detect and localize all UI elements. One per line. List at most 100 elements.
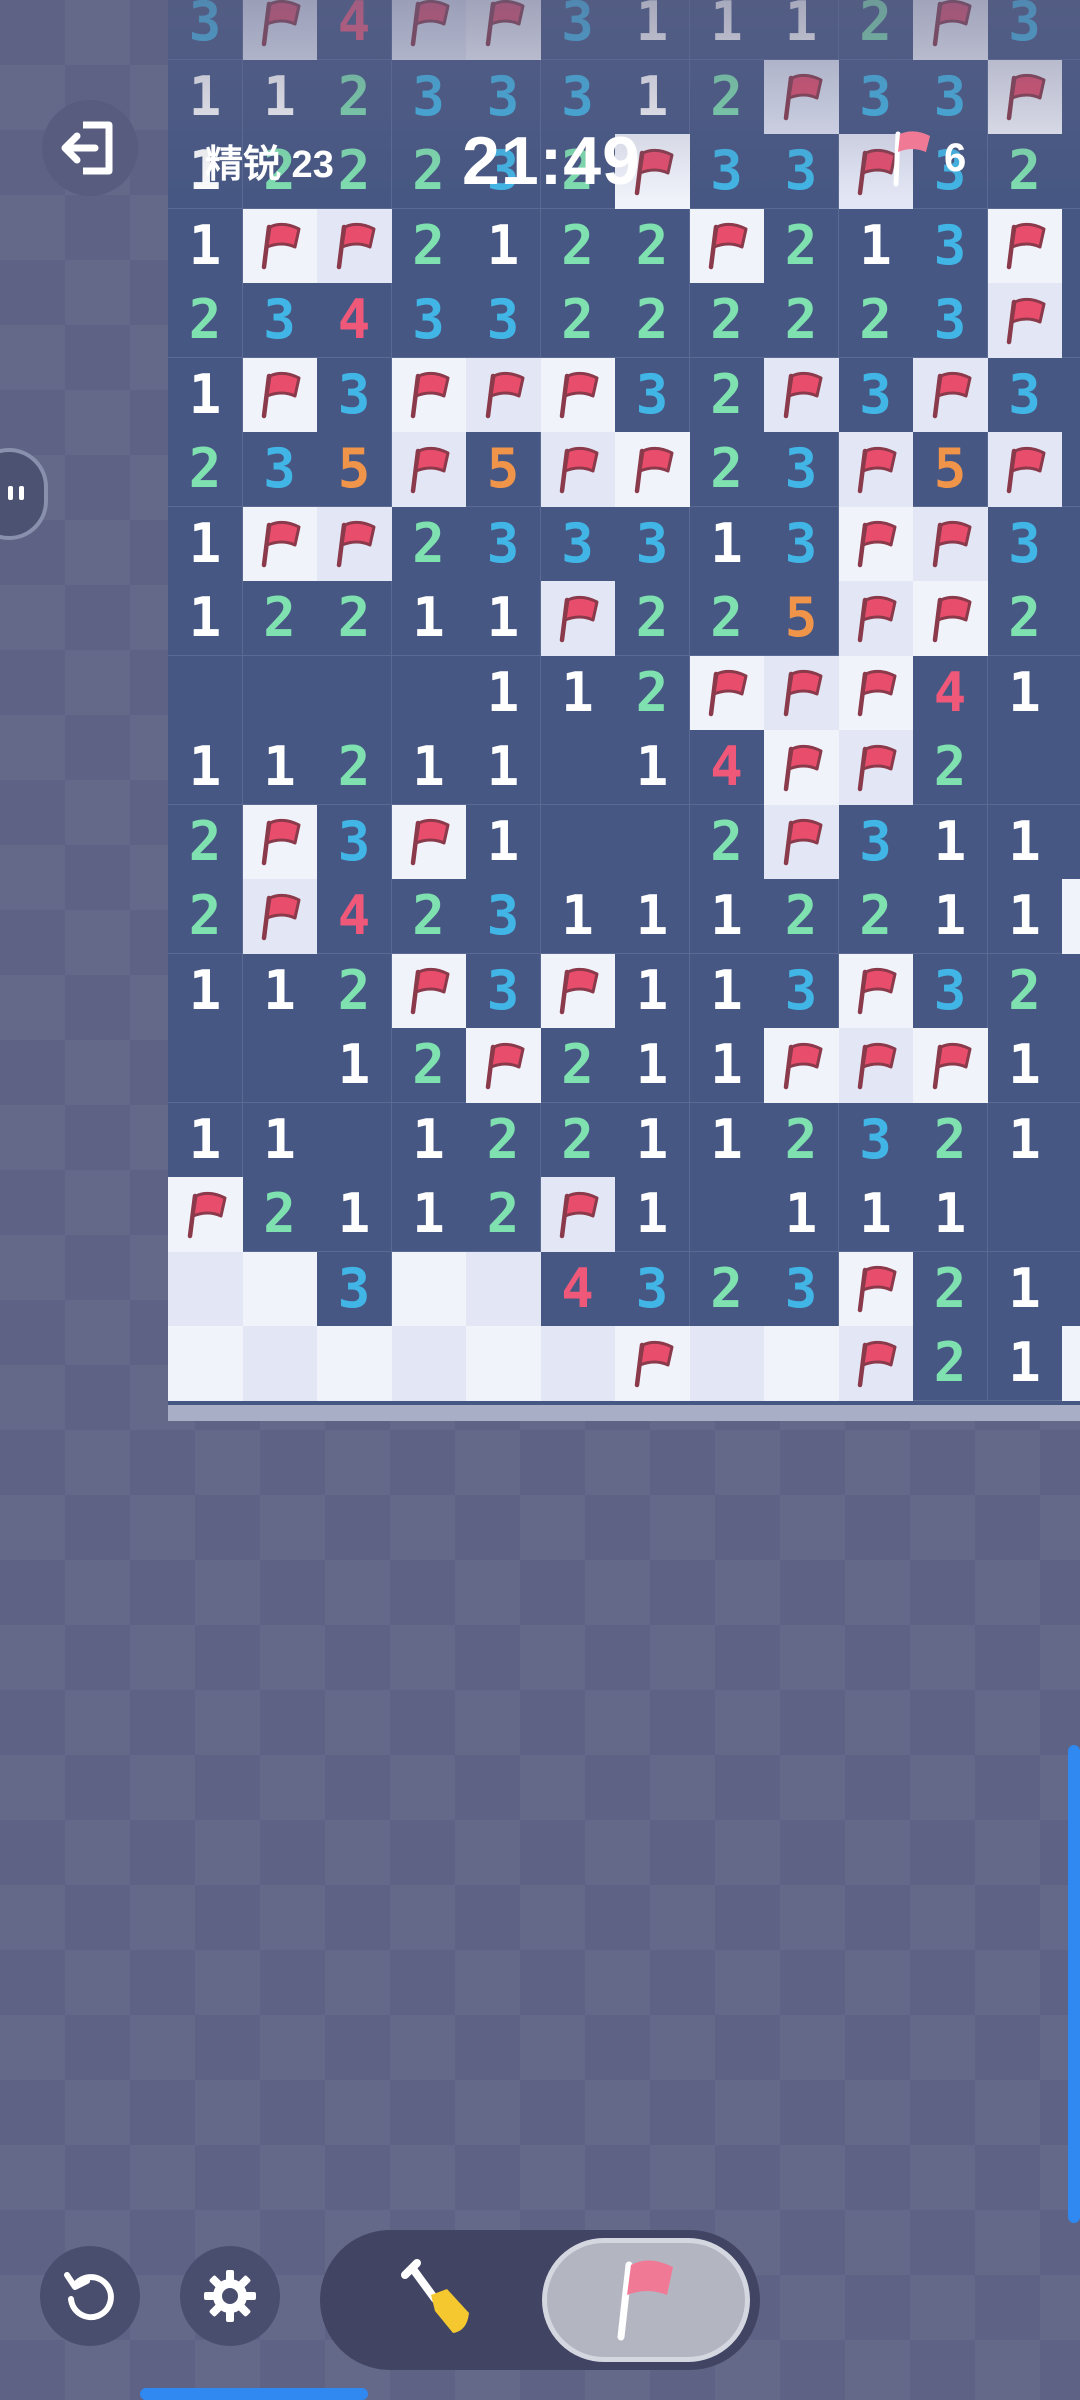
number-cell[interactable]: 3 [987, 506, 1063, 582]
unrevealed-cell[interactable] [1062, 1326, 1080, 1401]
number-cell[interactable]: 3 [689, 134, 765, 209]
flagged-cell[interactable] [764, 655, 839, 731]
flagged-cell[interactable] [987, 59, 1063, 135]
number-cell[interactable]: 1 [168, 581, 243, 656]
number-cell[interactable]: 3 [242, 283, 318, 358]
number-cell[interactable]: 1 [391, 1102, 467, 1178]
number-cell[interactable]: 2 [615, 283, 690, 358]
flagged-cell[interactable] [540, 432, 616, 507]
unrevealed-cell[interactable] [540, 1326, 616, 1401]
number-cell[interactable]: 2 [764, 208, 839, 284]
flagged-cell[interactable] [168, 1177, 243, 1252]
empty-cell[interactable] [1062, 655, 1080, 731]
unrevealed-cell[interactable] [391, 1251, 467, 1327]
number-cell[interactable]: 1 [615, 1028, 690, 1103]
number-cell[interactable]: 2 [838, 0, 914, 60]
empty-cell[interactable] [1062, 0, 1080, 60]
number-cell[interactable]: 3 [466, 953, 541, 1029]
number-cell[interactable]: 1 [466, 730, 541, 805]
number-cell[interactable]: 2 [764, 1102, 839, 1178]
unrevealed-cell[interactable] [466, 1326, 541, 1401]
number-cell[interactable]: 1 [913, 1177, 988, 1252]
number-cell[interactable]: 3 [764, 506, 839, 582]
number-cell[interactable]: 2 [615, 208, 690, 284]
number-cell[interactable]: 3 [764, 134, 839, 209]
number-cell[interactable]: 1 [689, 1102, 765, 1178]
number-cell[interactable]: 1 [987, 879, 1063, 954]
number-cell[interactable]: 2 [987, 581, 1063, 656]
number-cell[interactable]: 1 [689, 0, 765, 60]
number-cell[interactable]: 1 [987, 1326, 1063, 1401]
empty-cell[interactable] [1062, 208, 1080, 284]
number-cell[interactable]: 2 [987, 134, 1063, 209]
number-cell[interactable]: 3 [615, 506, 690, 582]
number-cell[interactable]: 3 [615, 1251, 690, 1327]
number-cell[interactable]: 1 [466, 581, 541, 656]
empty-cell[interactable] [1062, 953, 1080, 1029]
number-cell[interactable]: 2 [689, 357, 765, 433]
number-cell[interactable]: 1 [317, 1028, 392, 1103]
flagged-cell[interactable] [689, 655, 765, 731]
number-cell[interactable]: 3 [391, 283, 467, 358]
number-cell[interactable]: 3 [466, 283, 541, 358]
number-cell[interactable]: 1 [913, 879, 988, 954]
number-cell[interactable]: 2 [391, 208, 467, 284]
number-cell[interactable]: 2 [168, 804, 243, 880]
number-cell[interactable]: 2 [317, 730, 392, 805]
number-cell[interactable]: 3 [838, 59, 914, 135]
flagged-cell[interactable] [242, 357, 318, 433]
flagged-cell[interactable] [987, 432, 1063, 507]
flag-mode-button[interactable] [542, 2238, 750, 2362]
number-cell[interactable]: 2 [540, 1028, 616, 1103]
number-cell[interactable]: 1 [540, 879, 616, 954]
number-cell[interactable]: 2 [540, 208, 616, 284]
flagged-cell[interactable] [838, 432, 914, 507]
flagged-cell[interactable] [317, 208, 392, 284]
empty-cell[interactable] [317, 1102, 392, 1178]
flagged-cell[interactable] [764, 1028, 839, 1103]
unrevealed-cell[interactable] [242, 1251, 318, 1327]
restart-button[interactable] [40, 2246, 140, 2346]
empty-cell[interactable] [1062, 730, 1080, 805]
flagged-cell[interactable] [540, 581, 616, 656]
unrevealed-cell[interactable] [1062, 879, 1080, 954]
number-cell[interactable]: 2 [391, 134, 467, 209]
number-cell[interactable]: 2 [689, 283, 765, 358]
number-cell[interactable]: 5 [466, 432, 541, 507]
number-cell[interactable]: 1 [764, 0, 839, 60]
empty-cell[interactable] [1062, 1028, 1080, 1103]
number-cell[interactable]: 3 [466, 506, 541, 582]
unrevealed-cell[interactable] [242, 1326, 318, 1401]
unrevealed-cell[interactable] [391, 1326, 467, 1401]
number-cell[interactable]: 2 [913, 1326, 988, 1401]
number-cell[interactable]: 1 [615, 879, 690, 954]
flagged-cell[interactable] [913, 357, 988, 433]
number-cell[interactable]: 3 [168, 0, 243, 60]
number-cell[interactable]: 4 [540, 1251, 616, 1327]
number-cell[interactable]: 2 [913, 1102, 988, 1178]
unrevealed-cell[interactable] [689, 1326, 765, 1401]
number-cell[interactable]: 2 [689, 581, 765, 656]
flagged-cell[interactable] [764, 804, 839, 880]
number-cell[interactable]: 2 [764, 879, 839, 954]
number-cell[interactable]: 3 [391, 59, 467, 135]
flagged-cell[interactable] [540, 357, 616, 433]
empty-cell[interactable] [1062, 134, 1080, 209]
number-cell[interactable]: 2 [838, 283, 914, 358]
empty-cell[interactable] [1062, 283, 1080, 358]
flagged-cell[interactable] [838, 1028, 914, 1103]
flagged-cell[interactable] [540, 1177, 616, 1252]
number-cell[interactable]: 1 [689, 953, 765, 1029]
number-cell[interactable]: 3 [838, 357, 914, 433]
number-cell[interactable]: 3 [987, 357, 1063, 433]
number-cell[interactable]: 3 [540, 506, 616, 582]
flagged-cell[interactable] [838, 506, 914, 582]
number-cell[interactable]: 3 [913, 59, 988, 135]
number-cell[interactable]: 1 [168, 506, 243, 582]
empty-cell[interactable] [317, 655, 392, 731]
number-cell[interactable]: 2 [466, 1177, 541, 1252]
number-cell[interactable]: 1 [689, 506, 765, 582]
number-cell[interactable]: 3 [317, 804, 392, 880]
flagged-cell[interactable] [764, 730, 839, 805]
minefield-board[interactable]: 3431112311233312331222323332121222132343… [168, 0, 1080, 1405]
